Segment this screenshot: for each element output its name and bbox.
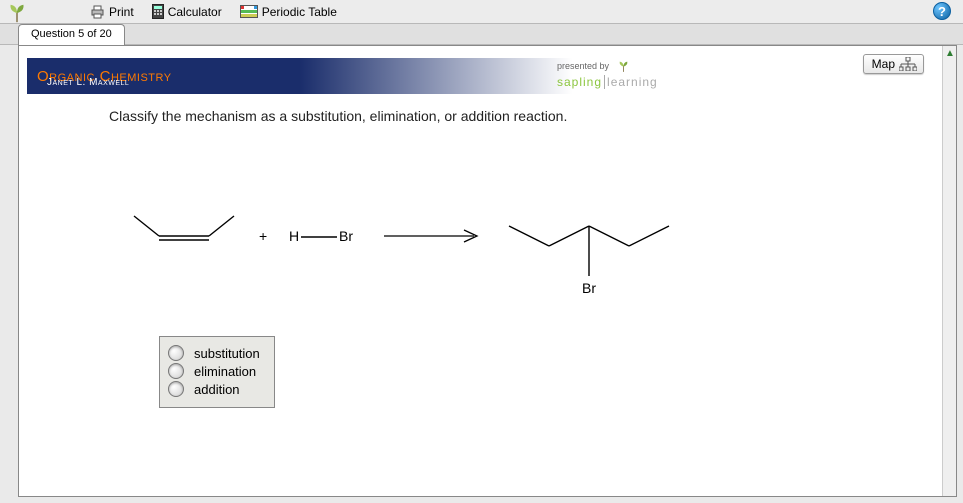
print-icon (90, 5, 105, 19)
sitemap-icon (899, 57, 917, 71)
presented-by-label: presented by (557, 61, 609, 71)
scroll-up-arrow-icon[interactable]: ▲ (943, 46, 957, 60)
top-toolbar: Print Calculator Periodic Table ? (0, 0, 963, 23)
calculator-label: Calculator (168, 5, 222, 19)
plus-sign: + (259, 228, 267, 244)
map-label: Map (872, 57, 895, 71)
sapling-leaf-icon (6, 2, 28, 24)
calculator-button[interactable]: Calculator (152, 4, 222, 19)
print-button[interactable]: Print (90, 5, 134, 19)
option-label: addition (194, 382, 240, 397)
reaction-scheme: + H Br Br (129, 196, 779, 306)
radio-icon (168, 363, 184, 379)
option-label: elimination (194, 364, 256, 379)
sapling-leaf-small-icon (617, 60, 630, 73)
app-window: Print Calculator Periodic Table ? (0, 0, 963, 503)
learning-word: learning (604, 75, 658, 89)
product-br-label: Br (582, 280, 596, 296)
chapter-banner: Organic Chemistry Janet L. Maxwell prese… (27, 58, 936, 94)
option-addition[interactable]: addition (168, 381, 260, 397)
periodic-table-label: Periodic Table (262, 5, 337, 19)
banner-author: Janet L. Maxwell (47, 77, 129, 88)
content-panel: Organic Chemistry Janet L. Maxwell prese… (18, 45, 957, 497)
periodic-table-button[interactable]: Periodic Table (240, 5, 337, 19)
calculator-icon (152, 4, 164, 19)
option-elimination[interactable]: elimination (168, 363, 260, 379)
radio-icon (168, 381, 184, 397)
sapling-word: sapling (557, 75, 602, 89)
scrollbar[interactable]: ▲ (942, 46, 956, 496)
question-tab[interactable]: Question 5 of 20 (18, 24, 125, 45)
periodic-table-icon (240, 5, 258, 18)
radio-icon (168, 345, 184, 361)
map-button[interactable]: Map (863, 54, 924, 74)
sapling-brand: saplinglearning (557, 75, 658, 89)
question-prompt: Classify the mechanism as a substitution… (109, 108, 956, 124)
print-label: Print (109, 5, 134, 19)
option-label: substitution (194, 346, 260, 361)
tab-bar: Question 5 of 20 (0, 23, 963, 45)
question-tab-label: Question 5 of 20 (31, 28, 112, 40)
answer-options: substitution elimination addition (159, 336, 275, 408)
help-button[interactable]: ? (933, 2, 951, 20)
hbr-h: H (289, 228, 299, 244)
hbr-br: Br (339, 228, 353, 244)
option-substitution[interactable]: substitution (168, 345, 260, 361)
